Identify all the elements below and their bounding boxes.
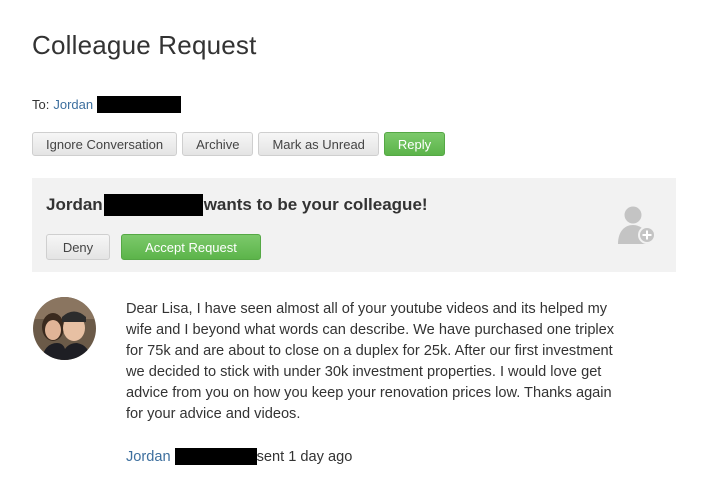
- add-user-icon: [618, 206, 656, 244]
- reply-button[interactable]: Reply: [383, 132, 446, 156]
- sender-name-link[interactable]: Jordan: [126, 449, 171, 465]
- redaction-bar: [103, 194, 203, 216]
- deny-button[interactable]: Deny: [46, 234, 110, 260]
- message-body: Dear Lisa, I have seen almost all of you…: [126, 301, 615, 422]
- conversation-toolbar: Ignore Conversation Archive Mark as Unre…: [32, 132, 446, 156]
- colleague-request-panel: Jordan wants to be your colleague! Deny …: [32, 178, 676, 272]
- archive-button[interactable]: Archive: [182, 132, 254, 156]
- avatar[interactable]: [33, 297, 96, 360]
- avatar-photo: [33, 297, 96, 360]
- redaction-bar: [174, 448, 257, 465]
- recipient-line: To: Jordan: [32, 96, 182, 113]
- ignore-conversation-button[interactable]: Ignore Conversation: [32, 132, 178, 156]
- page-title: Colleague Request: [32, 30, 257, 60]
- sent-time: sent 1 day ago: [256, 448, 353, 465]
- request-message: wants to be your colleague!: [203, 195, 428, 214]
- message-meta: Jordan sent 1 day ago: [126, 448, 352, 465]
- to-label: To:: [32, 97, 50, 112]
- requester-name: Jordan: [46, 195, 103, 214]
- mark-as-unread-button[interactable]: Mark as Unread: [258, 132, 379, 156]
- recipient-name-link[interactable]: Jordan: [53, 97, 93, 112]
- accept-request-button[interactable]: Accept Request: [121, 234, 261, 260]
- redaction-bar: [97, 96, 182, 113]
- request-headline: Jordan wants to be your colleague!: [46, 194, 428, 216]
